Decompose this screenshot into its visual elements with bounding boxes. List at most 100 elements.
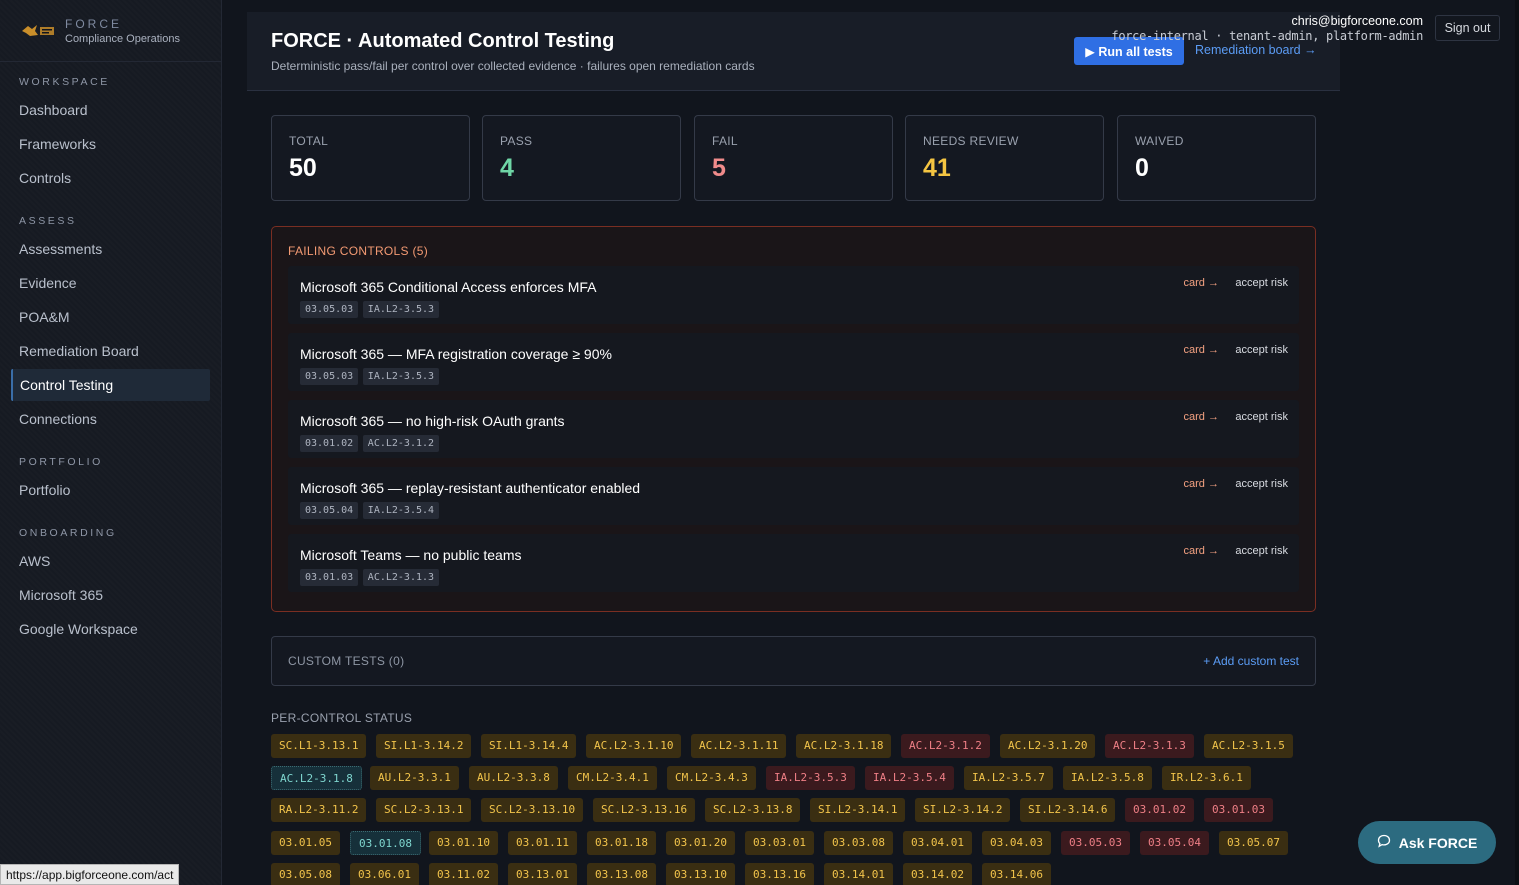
open-card-link[interactable]: card → xyxy=(1184,545,1219,557)
control-status-chip[interactable]: IA.L2-3.5.8 xyxy=(1063,766,1152,790)
control-status-chip[interactable]: 03.14.01 xyxy=(824,863,893,885)
stat-card-needs-review: NEEDS REVIEW 41 xyxy=(905,115,1104,201)
control-status-chip[interactable]: SI.L2-3.14.6 xyxy=(1020,798,1116,822)
control-status-chip[interactable]: AC.L2-3.1.3 xyxy=(1105,734,1194,758)
sidebar-item-control-testing[interactable]: Control Testing xyxy=(11,369,210,401)
failing-control-row: Microsoft 365 — replay-resistant authent… xyxy=(288,467,1299,525)
control-status-chip[interactable]: 03.01.18 xyxy=(587,831,656,855)
control-status-chip[interactable]: SI.L2-3.14.1 xyxy=(810,798,906,822)
browser-status-url: https://app.bigforceone.com/act xyxy=(0,864,180,885)
control-status-chip[interactable]: SC.L2-3.13.16 xyxy=(593,798,696,822)
control-status-chip[interactable]: SI.L1-3.14.4 xyxy=(481,734,577,758)
sidebar-item-remediation-board[interactable]: Remediation Board xyxy=(19,343,139,359)
control-status-chip[interactable]: CM.L2-3.4.3 xyxy=(667,766,756,790)
control-status-chip[interactable]: 03.11.02 xyxy=(429,863,498,885)
control-status-chip[interactable]: 03.01.11 xyxy=(508,831,577,855)
sign-out-button[interactable]: Sign out xyxy=(1435,15,1500,41)
sidebar-item-controls[interactable]: Controls xyxy=(19,170,71,186)
failing-control-name: Microsoft 365 — replay-resistant authent… xyxy=(300,480,641,496)
stat-label: NEEDS REVIEW xyxy=(923,134,1019,148)
sidebar-item-dashboard[interactable]: Dashboard xyxy=(19,102,88,118)
stat-value: 50 xyxy=(289,154,317,182)
control-status-chip[interactable]: AU.L2-3.3.1 xyxy=(370,766,459,790)
control-status-chip[interactable]: 03.05.08 xyxy=(271,863,340,885)
control-status-chip[interactable]: AC.L2-3.1.18 xyxy=(796,734,892,758)
sidebar-item-poa-m[interactable]: POA&M xyxy=(19,309,70,325)
sidebar-item-google-workspace[interactable]: Google Workspace xyxy=(19,621,138,637)
control-status-chip[interactable]: 03.05.07 xyxy=(1219,831,1288,855)
control-status-chip[interactable]: 03.05.03 xyxy=(1061,831,1130,855)
control-status-chip[interactable]: SI.L1-3.14.2 xyxy=(376,734,472,758)
control-status-chip[interactable]: 03.03.01 xyxy=(745,831,814,855)
control-status-chip[interactable]: 03.01.02 xyxy=(1125,798,1194,822)
accept-risk-link[interactable]: accept risk xyxy=(1235,411,1288,423)
control-status-chip[interactable]: RA.L2-3.11.2 xyxy=(271,798,367,822)
stat-value: 5 xyxy=(712,154,726,182)
control-status-chip[interactable]: 03.13.10 xyxy=(666,863,735,885)
control-status-chip[interactable]: SI.L2-3.14.2 xyxy=(915,798,1011,822)
open-card-link[interactable]: card → xyxy=(1184,478,1219,490)
ask-force-button[interactable]: Ask FORCE xyxy=(1358,821,1496,864)
accept-risk-link[interactable]: accept risk xyxy=(1235,344,1288,356)
custom-tests-title: CUSTOM TESTS (0) xyxy=(288,654,405,668)
sidebar-item-frameworks[interactable]: Frameworks xyxy=(19,136,96,152)
control-status-chip[interactable]: AC.L2-3.1.10 xyxy=(586,734,682,758)
control-status-chip[interactable]: IA.L2-3.5.3 xyxy=(766,766,855,790)
failing-control-name: Microsoft 365 — no high-risk OAuth grant… xyxy=(300,413,565,429)
open-card-link[interactable]: card → xyxy=(1184,344,1219,356)
stat-card-pass: PASS 4 xyxy=(482,115,681,201)
control-status-chip[interactable]: 03.14.06 xyxy=(982,863,1051,885)
control-status-chip[interactable]: IA.L2-3.5.4 xyxy=(865,766,954,790)
control-status-chip[interactable]: 03.04.03 xyxy=(982,831,1051,855)
control-status-chip[interactable]: SC.L2-3.13.1 xyxy=(376,798,472,822)
control-status-chip[interactable]: 03.05.04 xyxy=(1140,831,1209,855)
control-status-chip[interactable]: 03.06.01 xyxy=(350,863,419,885)
control-status-chip[interactable]: SC.L2-3.13.8 xyxy=(705,798,801,822)
sidebar-item-aws[interactable]: AWS xyxy=(19,553,50,569)
control-status-chip[interactable]: 03.13.16 xyxy=(745,863,814,885)
control-status-chip[interactable]: 03.01.10 xyxy=(429,831,498,855)
control-status-chip[interactable]: 03.01.03 xyxy=(1204,798,1273,822)
sidebar-item-connections[interactable]: Connections xyxy=(19,411,97,427)
control-status-chip[interactable]: IA.L2-3.5.7 xyxy=(964,766,1053,790)
sidebar-item-microsoft-365[interactable]: Microsoft 365 xyxy=(19,587,103,603)
failing-control-row: Microsoft 365 Conditional Access enforce… xyxy=(288,266,1299,324)
open-card-link[interactable]: card → xyxy=(1184,277,1219,289)
control-status-chip[interactable]: IR.L2-3.6.1 xyxy=(1162,766,1251,790)
stat-label: FAIL xyxy=(712,134,738,148)
brand[interactable]: FORCE Compliance Operations xyxy=(0,0,221,62)
sidebar-item-portfolio[interactable]: Portfolio xyxy=(19,482,70,498)
control-status-chip[interactable]: CM.L2-3.4.1 xyxy=(568,766,657,790)
control-status-chip[interactable]: 03.01.08 xyxy=(350,831,421,855)
control-status-chip[interactable]: AC.L2-3.1.2 xyxy=(901,734,990,758)
accept-risk-link[interactable]: accept risk xyxy=(1235,545,1288,557)
add-custom-test-link[interactable]: + Add custom test xyxy=(1203,654,1299,668)
control-status-chip[interactable]: AU.L2-3.3.8 xyxy=(469,766,558,790)
failing-control-name: Microsoft Teams — no public teams xyxy=(300,547,522,563)
accept-risk-link[interactable]: accept risk xyxy=(1235,478,1288,490)
control-status-chip[interactable]: AC.L2-3.1.20 xyxy=(1000,734,1096,758)
control-status-chip[interactable]: AC.L2-3.1.8 xyxy=(271,766,362,790)
control-status-chip[interactable]: SC.L2-3.13.10 xyxy=(481,798,584,822)
page-header: FORCE · Automated Control Testing Determ… xyxy=(247,12,1340,91)
sidebar-item-assessments[interactable]: Assessments xyxy=(19,241,102,257)
remediation-board-link[interactable]: Remediation board → xyxy=(1195,43,1317,57)
control-status-chip[interactable]: 03.14.02 xyxy=(903,863,972,885)
control-status-chip[interactable]: AC.L2-3.1.5 xyxy=(1204,734,1293,758)
failing-control-name: Microsoft 365 — MFA registration coverag… xyxy=(300,346,612,362)
control-tag: 03.01.03 xyxy=(300,569,359,586)
control-status-chip[interactable]: SC.L1-3.13.1 xyxy=(271,734,367,758)
control-status-chip[interactable]: 03.13.08 xyxy=(587,863,656,885)
accept-risk-link[interactable]: accept risk xyxy=(1235,277,1288,289)
control-status-chip[interactable]: 03.01.20 xyxy=(666,831,735,855)
open-card-link[interactable]: card → xyxy=(1184,411,1219,423)
control-status-chip[interactable]: 03.13.01 xyxy=(508,863,577,885)
sidebar-item-evidence[interactable]: Evidence xyxy=(19,275,77,291)
stat-label: TOTAL xyxy=(289,134,329,148)
control-status-chip[interactable]: AC.L2-3.1.11 xyxy=(691,734,787,758)
control-status-chip[interactable]: 03.04.01 xyxy=(903,831,972,855)
control-status-chip[interactable]: 03.03.08 xyxy=(824,831,893,855)
user-email: chris@bigforceone.com xyxy=(1291,14,1424,28)
control-status-chip[interactable]: 03.01.05 xyxy=(271,831,340,855)
sidebar: FORCE Compliance Operations WORKSPACE Das… xyxy=(0,0,222,885)
